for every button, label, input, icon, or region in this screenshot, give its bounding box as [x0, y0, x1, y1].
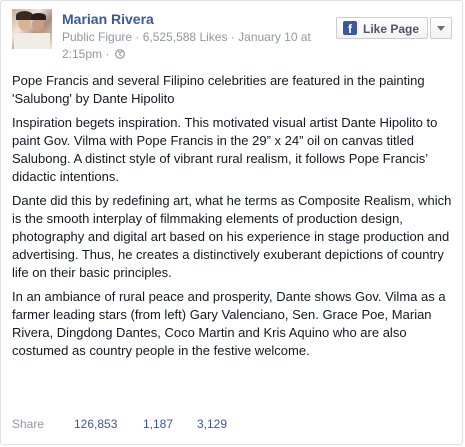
facebook-f-icon: f — [343, 21, 357, 35]
globe-icon[interactable] — [114, 47, 125, 59]
post-paragraph: Inspiration begets inspiration. This mot… — [12, 115, 438, 184]
like-page-label: Like Page — [363, 22, 420, 36]
post-header: Marian Rivera Public Figure · 6,525,588 … — [12, 9, 454, 61]
page-avatar[interactable] — [12, 9, 52, 49]
post-paragraph: In an ambiance of rural peace and prospe… — [12, 289, 446, 358]
page-options-button[interactable] — [430, 17, 452, 39]
post-paragraph: Dante did this by redefining art, what h… — [12, 193, 452, 280]
post-time-link[interactable]: 2:15pm — [62, 47, 102, 61]
meta-separator: · — [230, 30, 235, 44]
shares-count-link[interactable]: 3,129 — [197, 415, 227, 433]
post-paragraph: Pope Francis and several Filipino celebr… — [12, 73, 425, 106]
page-category: Public Figure — [62, 30, 133, 44]
meta-separator: · — [135, 30, 140, 44]
meta-separator: · — [105, 47, 110, 61]
post-body: Pope Francis and several Filipino celebr… — [12, 72, 457, 366]
share-link[interactable]: Share — [12, 415, 44, 433]
page-name-link[interactable]: Marian Rivera — [62, 11, 154, 27]
likes-count-link[interactable]: 126,853 — [74, 415, 117, 433]
post-card: Marian Rivera Public Figure · 6,525,588 … — [0, 0, 463, 445]
comments-count-link[interactable]: 1,187 — [143, 415, 173, 433]
post-date-link[interactable]: January 10 at — [238, 30, 311, 44]
chevron-down-icon — [437, 26, 445, 31]
post-meta: Public Figure · 6,525,588 Likes · Januar… — [62, 29, 332, 63]
page-likes-count: 6,525,588 Likes — [142, 30, 228, 44]
post-footer: Share 126,853 1,187 3,129 — [12, 415, 452, 433]
like-page-button[interactable]: f Like Page — [336, 17, 428, 39]
